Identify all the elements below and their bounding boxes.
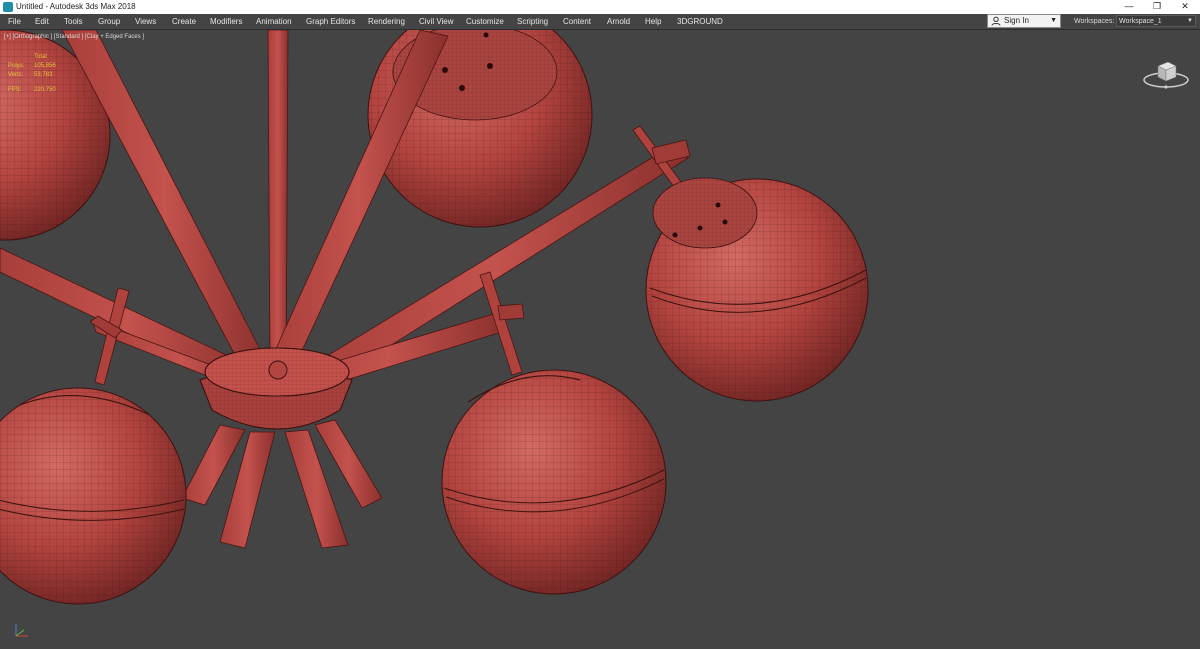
sign-in-dropdown[interactable]: Sign In ▼ [987,14,1061,28]
stats-key: Polys: [8,63,25,69]
ball-middle [441,369,667,595]
chevron-down-icon: ▼ [1187,18,1193,24]
workspace-select[interactable]: Workspace_1 ▼ [1116,15,1196,27]
app-icon [3,2,13,12]
sign-in-label: Sign In [1004,16,1029,25]
lower-legs [181,419,383,549]
stats-value: 105,856 [34,63,56,69]
workspace-value: Workspace_1 [1119,18,1162,25]
menu-help[interactable]: Help [645,14,661,29]
menu-graph-editors[interactable]: Graph Editors [306,14,355,29]
menu-content[interactable]: Content [563,14,591,29]
central-hub [199,347,353,430]
menu-group[interactable]: Group [98,14,120,29]
menu-animation[interactable]: Animation [256,14,292,29]
menu-arnold[interactable]: Arnold [607,14,630,29]
stats-value: 53,783 [34,72,53,78]
restore-button[interactable]: ❐ [1143,0,1171,14]
chevron-down-icon: ▼ [1050,17,1057,24]
menu-civil-view[interactable]: Civil View [419,14,454,29]
ball-bottom-left [0,387,187,605]
minimize-button[interactable]: — [1115,0,1143,14]
axis-tripod-icon [15,624,28,637]
menu-scripting[interactable]: Scripting [517,14,548,29]
user-icon [991,16,1001,26]
menu-rendering[interactable]: Rendering [368,14,405,29]
menu-create[interactable]: Create [172,14,196,29]
menu-file[interactable]: File [8,14,21,29]
perspective-viewport[interactable]: [+] [Orthographic ] [Standard ] [Clay + … [0,30,1200,649]
menu-customize[interactable]: Customize [466,14,504,29]
menu-3dground[interactable]: 3DGROUND [677,14,723,29]
menu-views[interactable]: Views [135,14,156,29]
viewcube-icon[interactable] [1138,54,1194,92]
window-title: Untitled - Autodesk 3ds Max 2018 [16,2,136,11]
stats-key: FPS: [8,87,22,93]
title-bar: Untitled - Autodesk 3ds Max 2018 — ❐ ✕ [0,0,1200,15]
stats-key: Verts: [8,72,24,78]
close-button[interactable]: ✕ [1171,0,1199,14]
scene-model [0,30,869,605]
viewport-label-menu[interactable]: [+] [Orthographic ] [Standard ] [Clay + … [4,33,144,42]
stats-value: 220,750 [34,87,56,93]
menu-modifiers[interactable]: Modifiers [210,14,242,29]
workspaces-label: Workspaces: [1074,18,1115,25]
menu-edit[interactable]: Edit [35,14,49,29]
stats-header: Total [34,54,47,60]
menu-tools[interactable]: Tools [64,14,83,29]
ball-right [645,177,869,402]
